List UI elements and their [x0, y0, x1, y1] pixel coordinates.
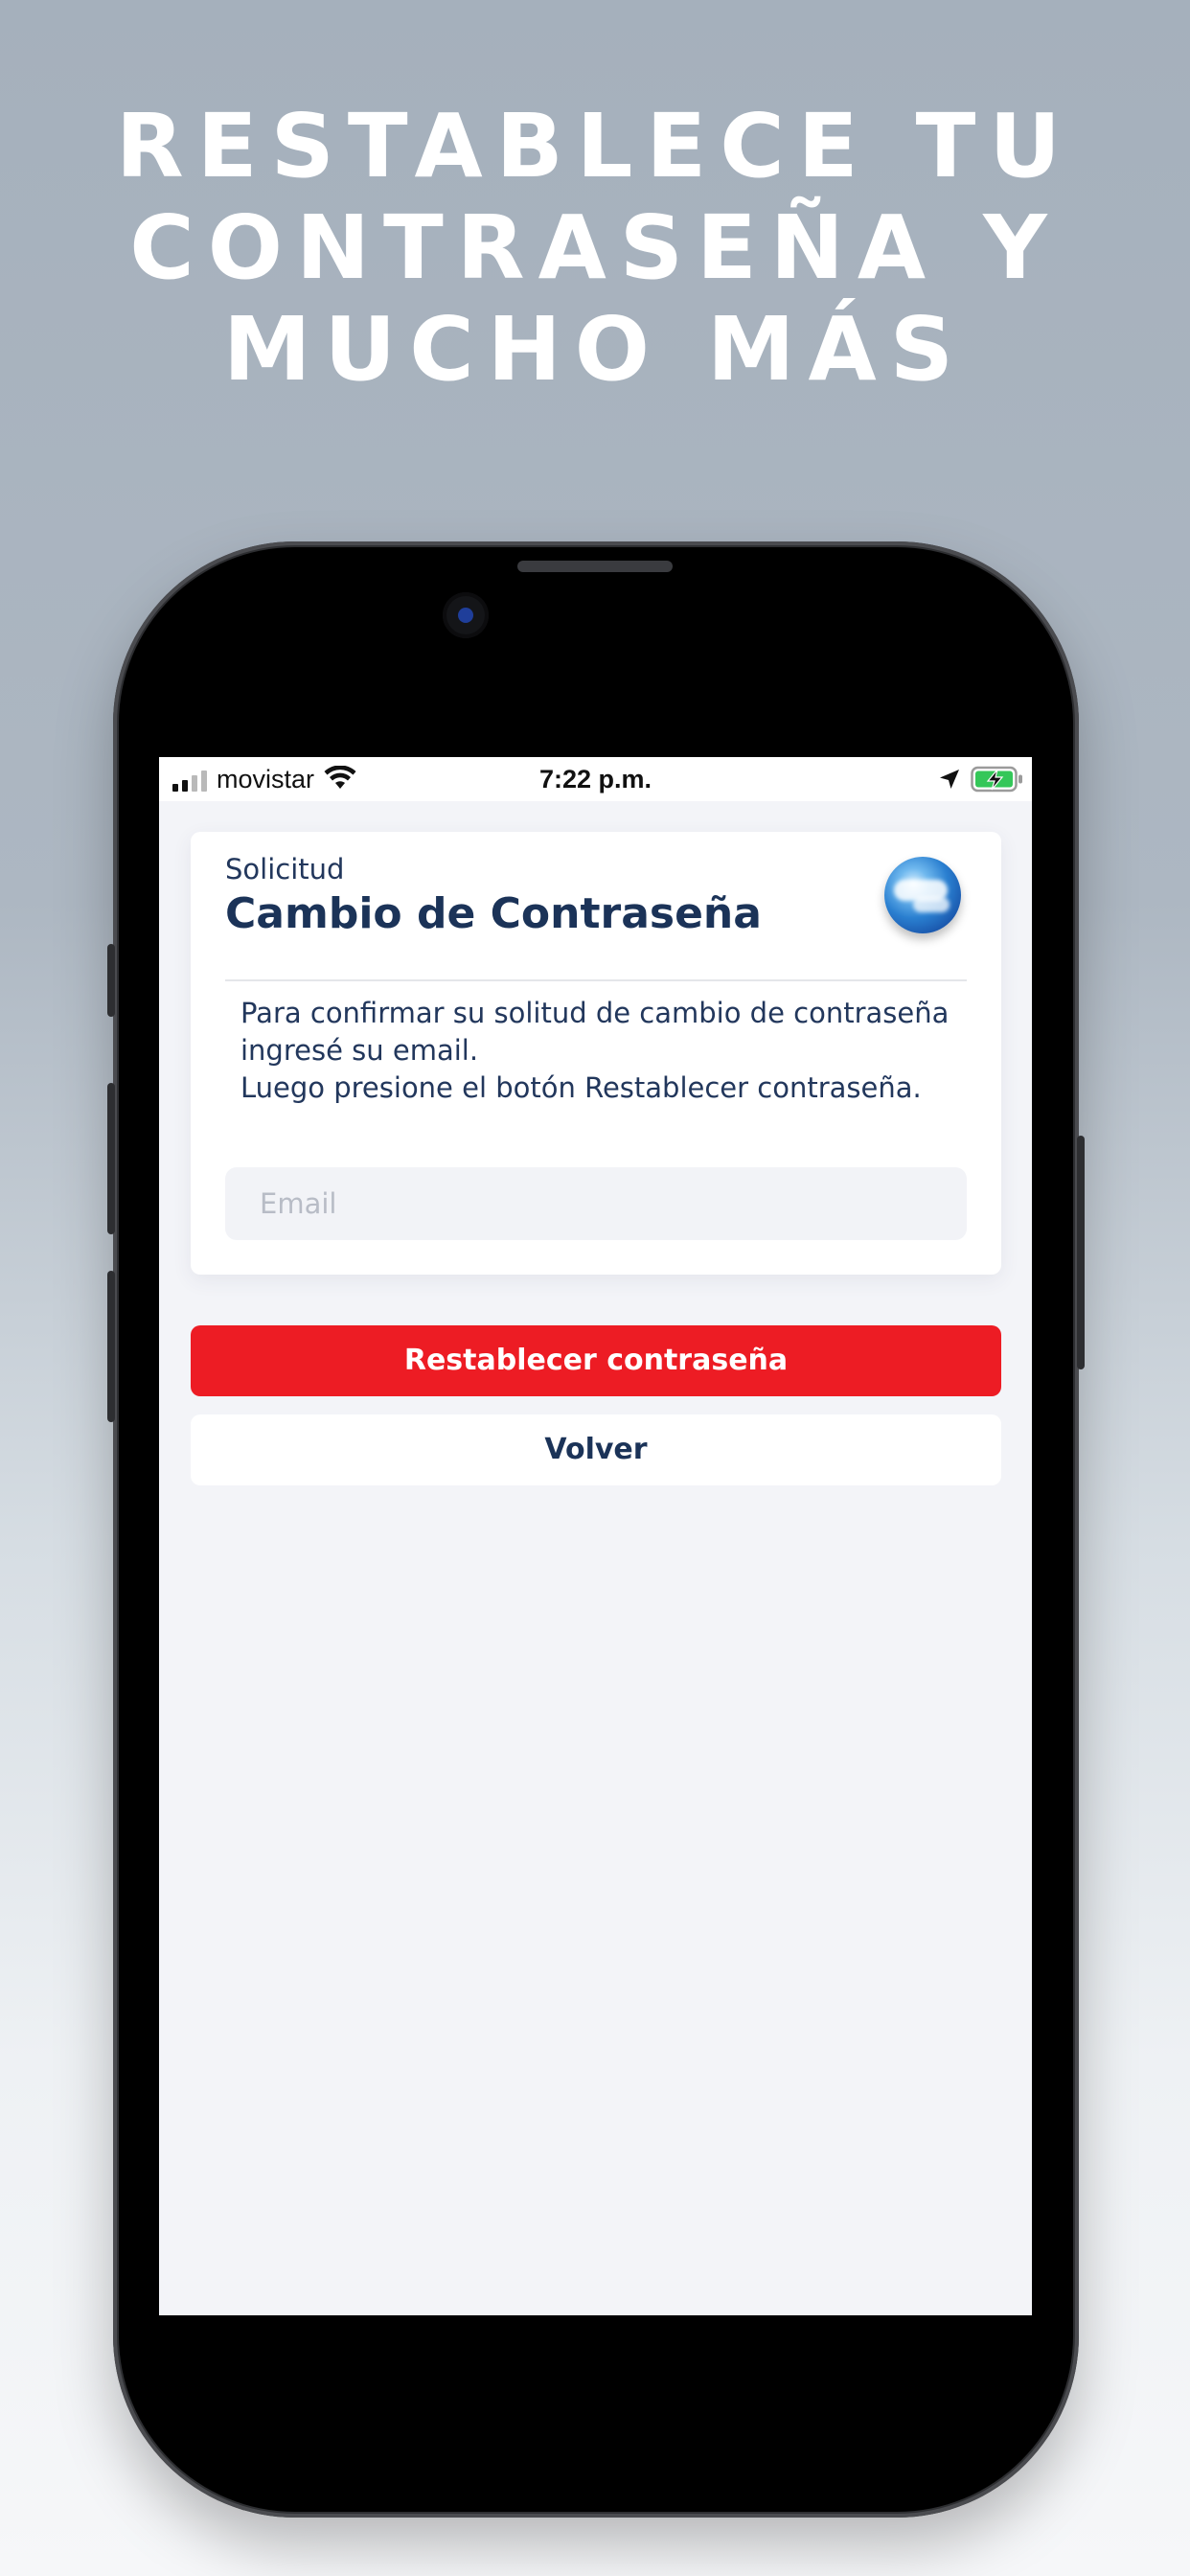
phone-speaker	[517, 561, 673, 572]
card-divider	[225, 979, 967, 981]
headline-line-2: CONTRASEÑA Y	[129, 196, 1061, 299]
app-screen: movistar 7:22 p.m. Solicitud Cambio de C…	[159, 757, 1032, 2315]
phone-mute-switch	[107, 944, 115, 1017]
headline-line-1: RESTABLECE TU	[115, 95, 1075, 197]
instructions-line-1: Para confirmar su solitud de cambio de c…	[240, 997, 950, 1029]
status-bar: movistar 7:22 p.m.	[159, 757, 1032, 801]
password-reset-card: Solicitud Cambio de Contraseña Para conf…	[191, 832, 1001, 1275]
reset-password-button[interactable]: Restablecer contraseña	[191, 1325, 1001, 1396]
headline-line-3: MUCHO MÁS	[222, 298, 968, 401]
card-instructions: Para confirmar su solitud de cambio de c…	[240, 995, 969, 1107]
instructions-line-2: ingresé su email.	[240, 1034, 479, 1067]
promo-headline: RESTABLECE TU CONTRASEÑA Y MUCHO MÁS	[0, 96, 1190, 401]
status-time: 7:22 p.m.	[538, 765, 652, 794]
back-button[interactable]: Volver	[191, 1414, 1001, 1485]
instructions-line-3: Luego presione el botón Restablecer cont…	[240, 1071, 922, 1104]
front-camera	[443, 592, 489, 638]
email-field[interactable]	[225, 1167, 967, 1240]
battery-charging-icon	[971, 766, 1022, 793]
location-arrow-icon	[940, 770, 959, 789]
phone-volume-down-button	[107, 1271, 115, 1422]
phone-power-button	[1077, 1136, 1085, 1369]
phone-volume-up-button	[107, 1083, 115, 1234]
card-title: Cambio de Contraseña	[225, 889, 762, 938]
globe-icon	[884, 857, 961, 933]
card-kicker: Solicitud	[225, 853, 345, 886]
